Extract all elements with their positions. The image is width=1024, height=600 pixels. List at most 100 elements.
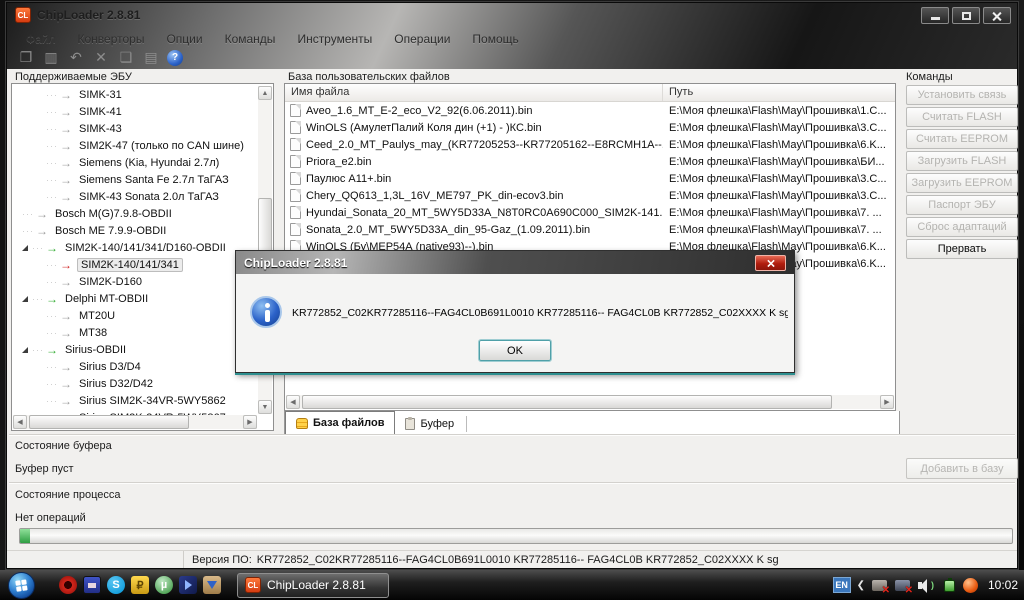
cut-icon[interactable]: ✕ — [92, 49, 110, 66]
info-icon — [250, 296, 282, 328]
tree-item[interactable]: ···→SIM2K-D160 — [12, 273, 258, 290]
taskbar-app-button[interactable]: CL ChipLoader 2.8.81 — [237, 573, 389, 598]
menu-item-1[interactable]: Конверторы — [67, 29, 156, 49]
titlebar: CL ChipLoader 2.8.81 — [7, 3, 1017, 27]
expander-icon[interactable] — [22, 347, 28, 353]
file-icon — [290, 138, 301, 151]
media-player-icon[interactable] — [179, 576, 197, 594]
add-to-database-button[interactable]: Добавить в базу — [906, 458, 1018, 479]
minimize-button[interactable] — [921, 7, 949, 24]
tab-buffer[interactable]: Буфер — [395, 413, 464, 435]
utorrent-icon[interactable]: µ — [155, 576, 173, 594]
column-header-path[interactable]: Путь — [663, 84, 895, 101]
expander-icon[interactable] — [22, 296, 28, 302]
menu-item-2[interactable]: Опции — [155, 29, 213, 49]
tree-item[interactable]: ···→Sirius D3/D4 — [12, 358, 258, 375]
command-button-3[interactable]: Загрузить FLASH — [906, 151, 1018, 171]
tree-item[interactable]: ···→SIM2K-140/141/341 — [12, 256, 258, 273]
tree-item[interactable]: ···→Siemens (Kia, Hyundai 2.7л) — [12, 154, 258, 171]
tree-item[interactable]: ···→Bosch M(G)7.9.8-OBDII — [12, 205, 258, 222]
menu-item-3[interactable]: Команды — [214, 29, 287, 49]
tree-item[interactable]: ···→SIMK-43 Sonata 2.0л ТаГАЗ — [12, 188, 258, 205]
command-button-1[interactable]: Считать FLASH — [906, 107, 1018, 127]
list-horizontal-scrollbar[interactable]: ◀ ▶ — [286, 395, 894, 409]
connection-disconnected-icon[interactable]: ✕ — [894, 578, 911, 593]
scroll-left-icon[interactable]: ◀ — [13, 415, 27, 429]
tree-item[interactable]: ···→MT38 — [12, 324, 258, 341]
tree-item[interactable]: ···→Sirius SIM2K-34VR-5WY5862 — [12, 392, 258, 409]
tree-item[interactable]: ···→Sirius-OBDII — [12, 341, 258, 358]
command-button-4[interactable]: Загрузить EEPROM — [906, 173, 1018, 193]
downloads-icon[interactable] — [203, 576, 221, 594]
skype-icon[interactable]: S — [107, 576, 125, 594]
tree-hscroll-thumb[interactable] — [29, 415, 189, 429]
tree-item[interactable]: ···→Sirius D32/D42 — [12, 375, 258, 392]
tree-item-label: Sirius D32/D42 — [77, 378, 155, 390]
file-row[interactable]: Chery_QQ613_1,3L_16V_ME797_PK_din-ecov3.… — [285, 187, 895, 204]
ok-button[interactable]: OK — [479, 340, 551, 361]
tree-item-label: SIMK-41 — [77, 106, 124, 118]
file-row[interactable]: Паулюс A11+.binE:\Моя флешка\Flash\May\П… — [285, 170, 895, 187]
clock[interactable]: 10:02 — [988, 578, 1018, 592]
tab-label: База файлов — [313, 417, 384, 429]
tree-item[interactable]: ···→SIMK-43 — [12, 120, 258, 137]
tree-horizontal-scrollbar[interactable]: ◀ ▶ — [13, 415, 257, 429]
floppy-icon[interactable] — [83, 576, 101, 594]
file-row[interactable]: Priora_e2.binE:\Моя флешка\Flash\May\Про… — [285, 153, 895, 170]
command-button-5[interactable]: Паспорт ЭБУ — [906, 195, 1018, 215]
file-row[interactable]: Ceed_2.0_MT_Paulys_may_(KR77205253--KR77… — [285, 136, 895, 153]
antivirus-icon[interactable] — [963, 578, 978, 593]
menu-item-6[interactable]: Помощь — [461, 29, 529, 49]
save-icon[interactable]: ▥ — [42, 49, 60, 66]
tree-item[interactable]: ···→MT20U — [12, 307, 258, 324]
undo-icon[interactable]: ↶ — [67, 49, 85, 66]
command-button-2[interactable]: Считать EEPROM — [906, 129, 1018, 149]
scroll-up-icon[interactable]: ▲ — [258, 86, 272, 100]
maximize-button[interactable] — [952, 7, 980, 24]
help-icon[interactable]: ? — [167, 50, 183, 66]
file-row[interactable]: Hyundai_Sonata_20_MT_5WY5D33A_N8T0RC0A69… — [285, 204, 895, 221]
file-row[interactable]: Sonata_2.0_MT_5WY5D33A_din_95-Gaz_(1.09.… — [285, 221, 895, 238]
ecu-arrow-icon: → — [60, 106, 72, 118]
tree-item-label: Bosch M(G)7.9.8-OBDII — [53, 208, 174, 220]
command-button-7[interactable]: Прервать — [906, 239, 1018, 259]
scroll-left-icon[interactable]: ◀ — [286, 395, 300, 409]
language-indicator[interactable]: EN — [833, 577, 851, 593]
battery-icon[interactable] — [940, 578, 957, 593]
menu-item-0[interactable]: Файл — [15, 29, 67, 49]
tree-item[interactable]: ···→SIMK-41 — [12, 103, 258, 120]
tree-item[interactable]: ···→SIM2K-140/141/341/D160-OBDII — [12, 239, 258, 256]
tree-item[interactable]: ···→Delphi MT-OBDII — [12, 290, 258, 307]
opera-icon[interactable] — [59, 576, 77, 594]
file-row[interactable]: Aveo_1.6_MT_E-2_eco_V2_92(6.06.2011).bin… — [285, 102, 895, 119]
tree-item[interactable]: ···→Siemens Santa Fe 2.7л ТаГАЗ — [12, 171, 258, 188]
dialog-close-button[interactable] — [755, 255, 786, 271]
collapse-chevron-icon[interactable]: ❮ — [857, 580, 865, 591]
menu-item-5[interactable]: Операции — [383, 29, 461, 49]
expander-icon[interactable] — [22, 245, 28, 251]
tab-file-database[interactable]: База файлов — [285, 411, 395, 435]
command-button-0[interactable]: Установить связь — [906, 85, 1018, 105]
start-button[interactable] — [8, 572, 35, 599]
volume-icon[interactable]: ) — [917, 578, 934, 593]
tree-item[interactable]: ···→SIMK-31 — [12, 86, 258, 103]
column-header-name[interactable]: Имя файла — [285, 84, 663, 101]
copy-icon[interactable]: ❏ — [117, 49, 135, 66]
scroll-down-icon[interactable]: ▼ — [258, 400, 272, 414]
network-disconnected-icon[interactable]: ✕ — [871, 578, 888, 593]
tree-item-label: SIMK-43 — [77, 123, 124, 135]
file-path: E:\Моя флешка\Flash\May\Прошивка\6.K... — [663, 139, 895, 151]
scroll-right-icon[interactable]: ▶ — [243, 415, 257, 429]
command-button-6[interactable]: Сброс адаптаций — [906, 217, 1018, 237]
paste-icon[interactable]: ▤ — [142, 49, 160, 66]
tree-item[interactable]: ···→Bosch ME 7.9.9-OBDII — [12, 222, 258, 239]
menu-item-4[interactable]: Инструменты — [286, 29, 383, 49]
scroll-right-icon[interactable]: ▶ — [880, 395, 894, 409]
file-row[interactable]: WinOLS (АмулетПалий Коля дин (+1) - )КС.… — [285, 119, 895, 136]
gold-app-icon[interactable]: ₽ — [131, 576, 149, 594]
list-hscroll-thumb[interactable] — [302, 395, 832, 409]
open-icon[interactable]: ❐ — [17, 49, 35, 66]
tree-item[interactable]: ···→SIM2K-47 (только по CAN шине) — [12, 137, 258, 154]
close-button[interactable] — [983, 7, 1011, 24]
clipboard-icon — [405, 418, 415, 430]
